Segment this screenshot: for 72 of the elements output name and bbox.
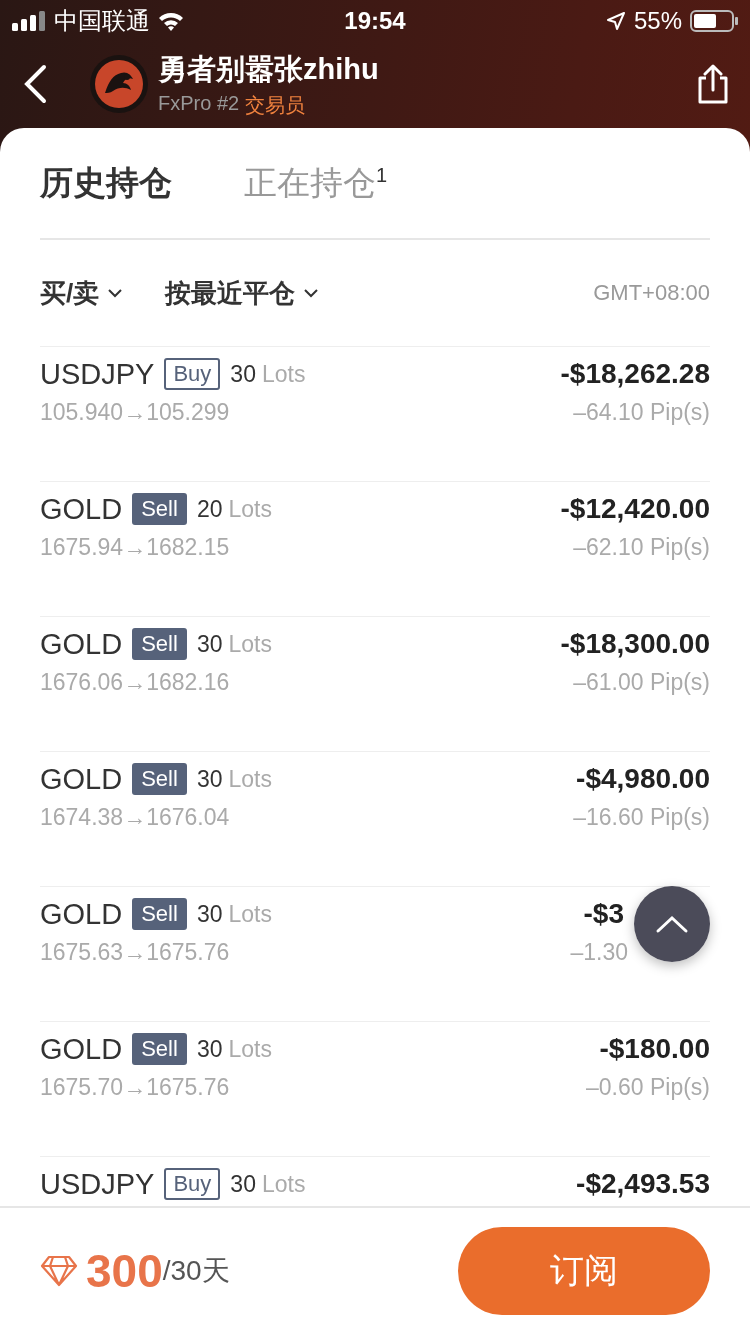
- chevron-up-icon: [655, 914, 689, 934]
- lots-unit: Lots: [261, 1170, 306, 1198]
- lots-unit: Lots: [261, 360, 306, 388]
- avatar-icon: [90, 55, 148, 113]
- lots-unit: Lots: [228, 630, 272, 658]
- chevron-down-icon: [107, 288, 124, 298]
- price-amount: 300: [86, 1244, 163, 1298]
- price-range: 1675.94→1682.15: [40, 534, 230, 561]
- symbol-label: GOLD: [40, 1032, 123, 1066]
- carrier-name: 中国联通: [54, 6, 150, 36]
- pips-value: –62.10 Pip(s): [573, 534, 710, 561]
- filter-dropdown[interactable]: 买/卖: [40, 275, 124, 311]
- share-button[interactable]: [696, 64, 730, 104]
- lots-count: 30: [230, 360, 256, 388]
- battery-percent: 55%: [633, 7, 682, 35]
- profit-amount: -$180.00: [599, 1033, 710, 1065]
- diamond-icon: [40, 1255, 78, 1287]
- trader-name: 勇者别嚣张zhihu: [158, 51, 380, 87]
- lots-count: 30: [196, 1035, 223, 1063]
- side-tag: Buy: [164, 1168, 221, 1200]
- lots-count: 30: [196, 630, 223, 658]
- lots-unit: Lots: [228, 900, 272, 928]
- pips-value: –64.10 Pip(s): [573, 399, 710, 426]
- side-tag: Sell: [132, 628, 187, 660]
- back-button[interactable]: [22, 64, 48, 104]
- side-tag: Sell: [132, 1033, 187, 1065]
- pips-value: –0.60 Pip(s): [586, 1074, 710, 1101]
- pips-value: –16.60 Pip(s): [573, 804, 710, 831]
- lots-count: 30: [196, 765, 223, 793]
- price-range: 1675.63→1675.76: [40, 939, 230, 966]
- timezone-label: GMT+08:00: [593, 280, 710, 306]
- scroll-top-button[interactable]: [634, 886, 710, 962]
- pips-value: –61.00 Pip(s): [573, 669, 710, 696]
- signal-icon: [12, 11, 46, 31]
- tab[interactable]: 历史持仓: [40, 160, 172, 206]
- lots-count: 30: [230, 1170, 256, 1198]
- symbol-label: USDJPY: [40, 357, 155, 391]
- side-tag: Sell: [132, 898, 187, 930]
- lots-count: 30: [196, 900, 223, 928]
- price-range: 1674.38→1676.04: [40, 804, 230, 831]
- price-range: 1675.70→1675.76: [40, 1074, 230, 1101]
- tab[interactable]: 正在持仓$^{1}$: [244, 160, 388, 206]
- symbol-label: GOLD: [40, 897, 123, 931]
- role-label: 交易员: [245, 92, 306, 118]
- profit-amount: -$3: [583, 898, 624, 930]
- filter-dropdown[interactable]: 按最近平仓: [165, 275, 320, 311]
- side-tag: Sell: [132, 493, 187, 525]
- profit-amount: -$18,300.00: [560, 628, 710, 660]
- chevron-down-icon: [303, 288, 320, 298]
- wifi-icon: [158, 11, 184, 31]
- pips-value: –1.30: [570, 939, 628, 966]
- profit-amount: -$18,262.28: [560, 358, 710, 390]
- price-range: 105.940→105.299: [40, 399, 230, 426]
- side-tag: Buy: [164, 358, 221, 390]
- symbol-label: GOLD: [40, 762, 123, 796]
- location-arrow-icon: [605, 11, 626, 31]
- lots-unit: Lots: [228, 1035, 272, 1063]
- side-tag: Sell: [132, 763, 187, 795]
- symbol-label: GOLD: [40, 627, 123, 661]
- profit-amount: -$2,493.53: [576, 1168, 710, 1200]
- symbol-label: GOLD: [40, 492, 123, 526]
- profit-amount: -$4,980.00: [576, 763, 710, 795]
- profit-amount: -$12,420.00: [560, 493, 710, 525]
- lots-unit: Lots: [228, 495, 272, 523]
- symbol-label: USDJPY: [40, 1167, 155, 1201]
- price-range: 1676.06→1682.16: [40, 669, 230, 696]
- battery-icon: [690, 10, 738, 32]
- broker-label: FxPro #2: [158, 91, 240, 116]
- lots-count: 20: [196, 495, 223, 523]
- clock-time: 19:54: [344, 7, 406, 35]
- lots-unit: Lots: [228, 765, 272, 793]
- price-period: /30天: [162, 1254, 230, 1286]
